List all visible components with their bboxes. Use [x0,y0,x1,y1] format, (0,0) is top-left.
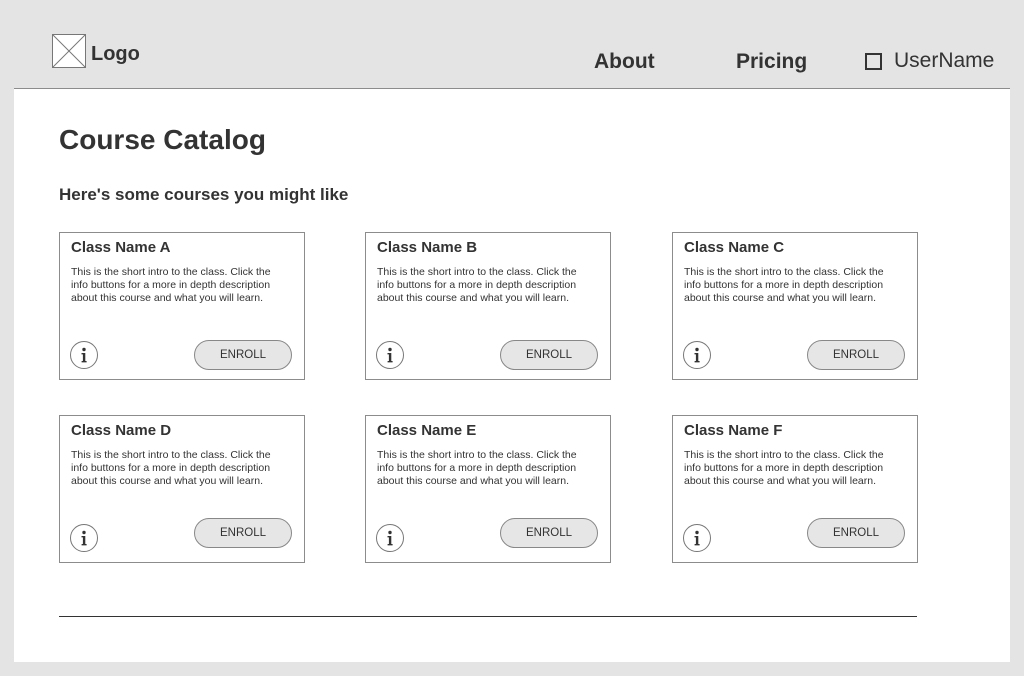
nav-pricing-link[interactable]: Pricing [736,49,807,75]
course-card-e: Class Name E This is the short intro to … [365,415,611,563]
enroll-button[interactable]: ENROLL [194,518,292,548]
info-icon[interactable] [70,341,98,369]
info-icon[interactable] [683,341,711,369]
page-subtitle: Here's some courses you might like [59,185,349,204]
logo-placeholder-icon[interactable] [52,34,86,68]
course-card-c: Class Name C This is the short intro to … [672,232,918,380]
course-title: Class Name F [684,422,783,439]
user-menu[interactable]: UserName [865,48,994,74]
main-panel: Course Catalog Here's some courses you m… [14,88,1010,662]
course-description: This is the short intro to the class. Cl… [377,266,577,304]
page: Logo About Pricing UserName Course Catal… [0,0,1024,676]
course-description: This is the short intro to the class. Cl… [71,449,271,487]
course-card-a: Class Name A This is the short intro to … [59,232,305,380]
enroll-button[interactable]: ENROLL [807,340,905,370]
enroll-button[interactable]: ENROLL [500,518,598,548]
course-title: Class Name B [377,239,478,256]
course-title: Class Name D [71,422,172,439]
course-title: Class Name A [71,239,171,256]
info-icon[interactable] [376,524,404,552]
page-title: Course Catalog [59,124,266,155]
course-card-d: Class Name D This is the short intro to … [59,415,305,563]
course-description: This is the short intro to the class. Cl… [684,449,884,487]
info-icon[interactable] [376,341,404,369]
user-name: UserName [894,49,995,72]
enroll-button[interactable]: ENROLL [500,340,598,370]
course-description: This is the short intro to the class. Cl… [684,266,884,304]
course-description: This is the short intro to the class. Cl… [71,266,271,304]
course-card-f: Class Name F This is the short intro to … [672,415,918,563]
top-header: Logo About Pricing UserName [0,0,1024,88]
course-description: This is the short intro to the class. Cl… [377,449,577,487]
course-title: Class Name E [377,422,477,439]
info-icon[interactable] [70,524,98,552]
nav-about-link[interactable]: About [594,49,655,75]
enroll-button[interactable]: ENROLL [194,340,292,370]
course-card-b: Class Name B This is the short intro to … [365,232,611,380]
user-checkbox-icon [865,52,882,70]
footer-divider [59,616,917,617]
info-icon[interactable] [683,524,711,552]
logo-text[interactable]: Logo [91,42,140,66]
enroll-button[interactable]: ENROLL [807,518,905,548]
course-title: Class Name C [684,239,785,256]
